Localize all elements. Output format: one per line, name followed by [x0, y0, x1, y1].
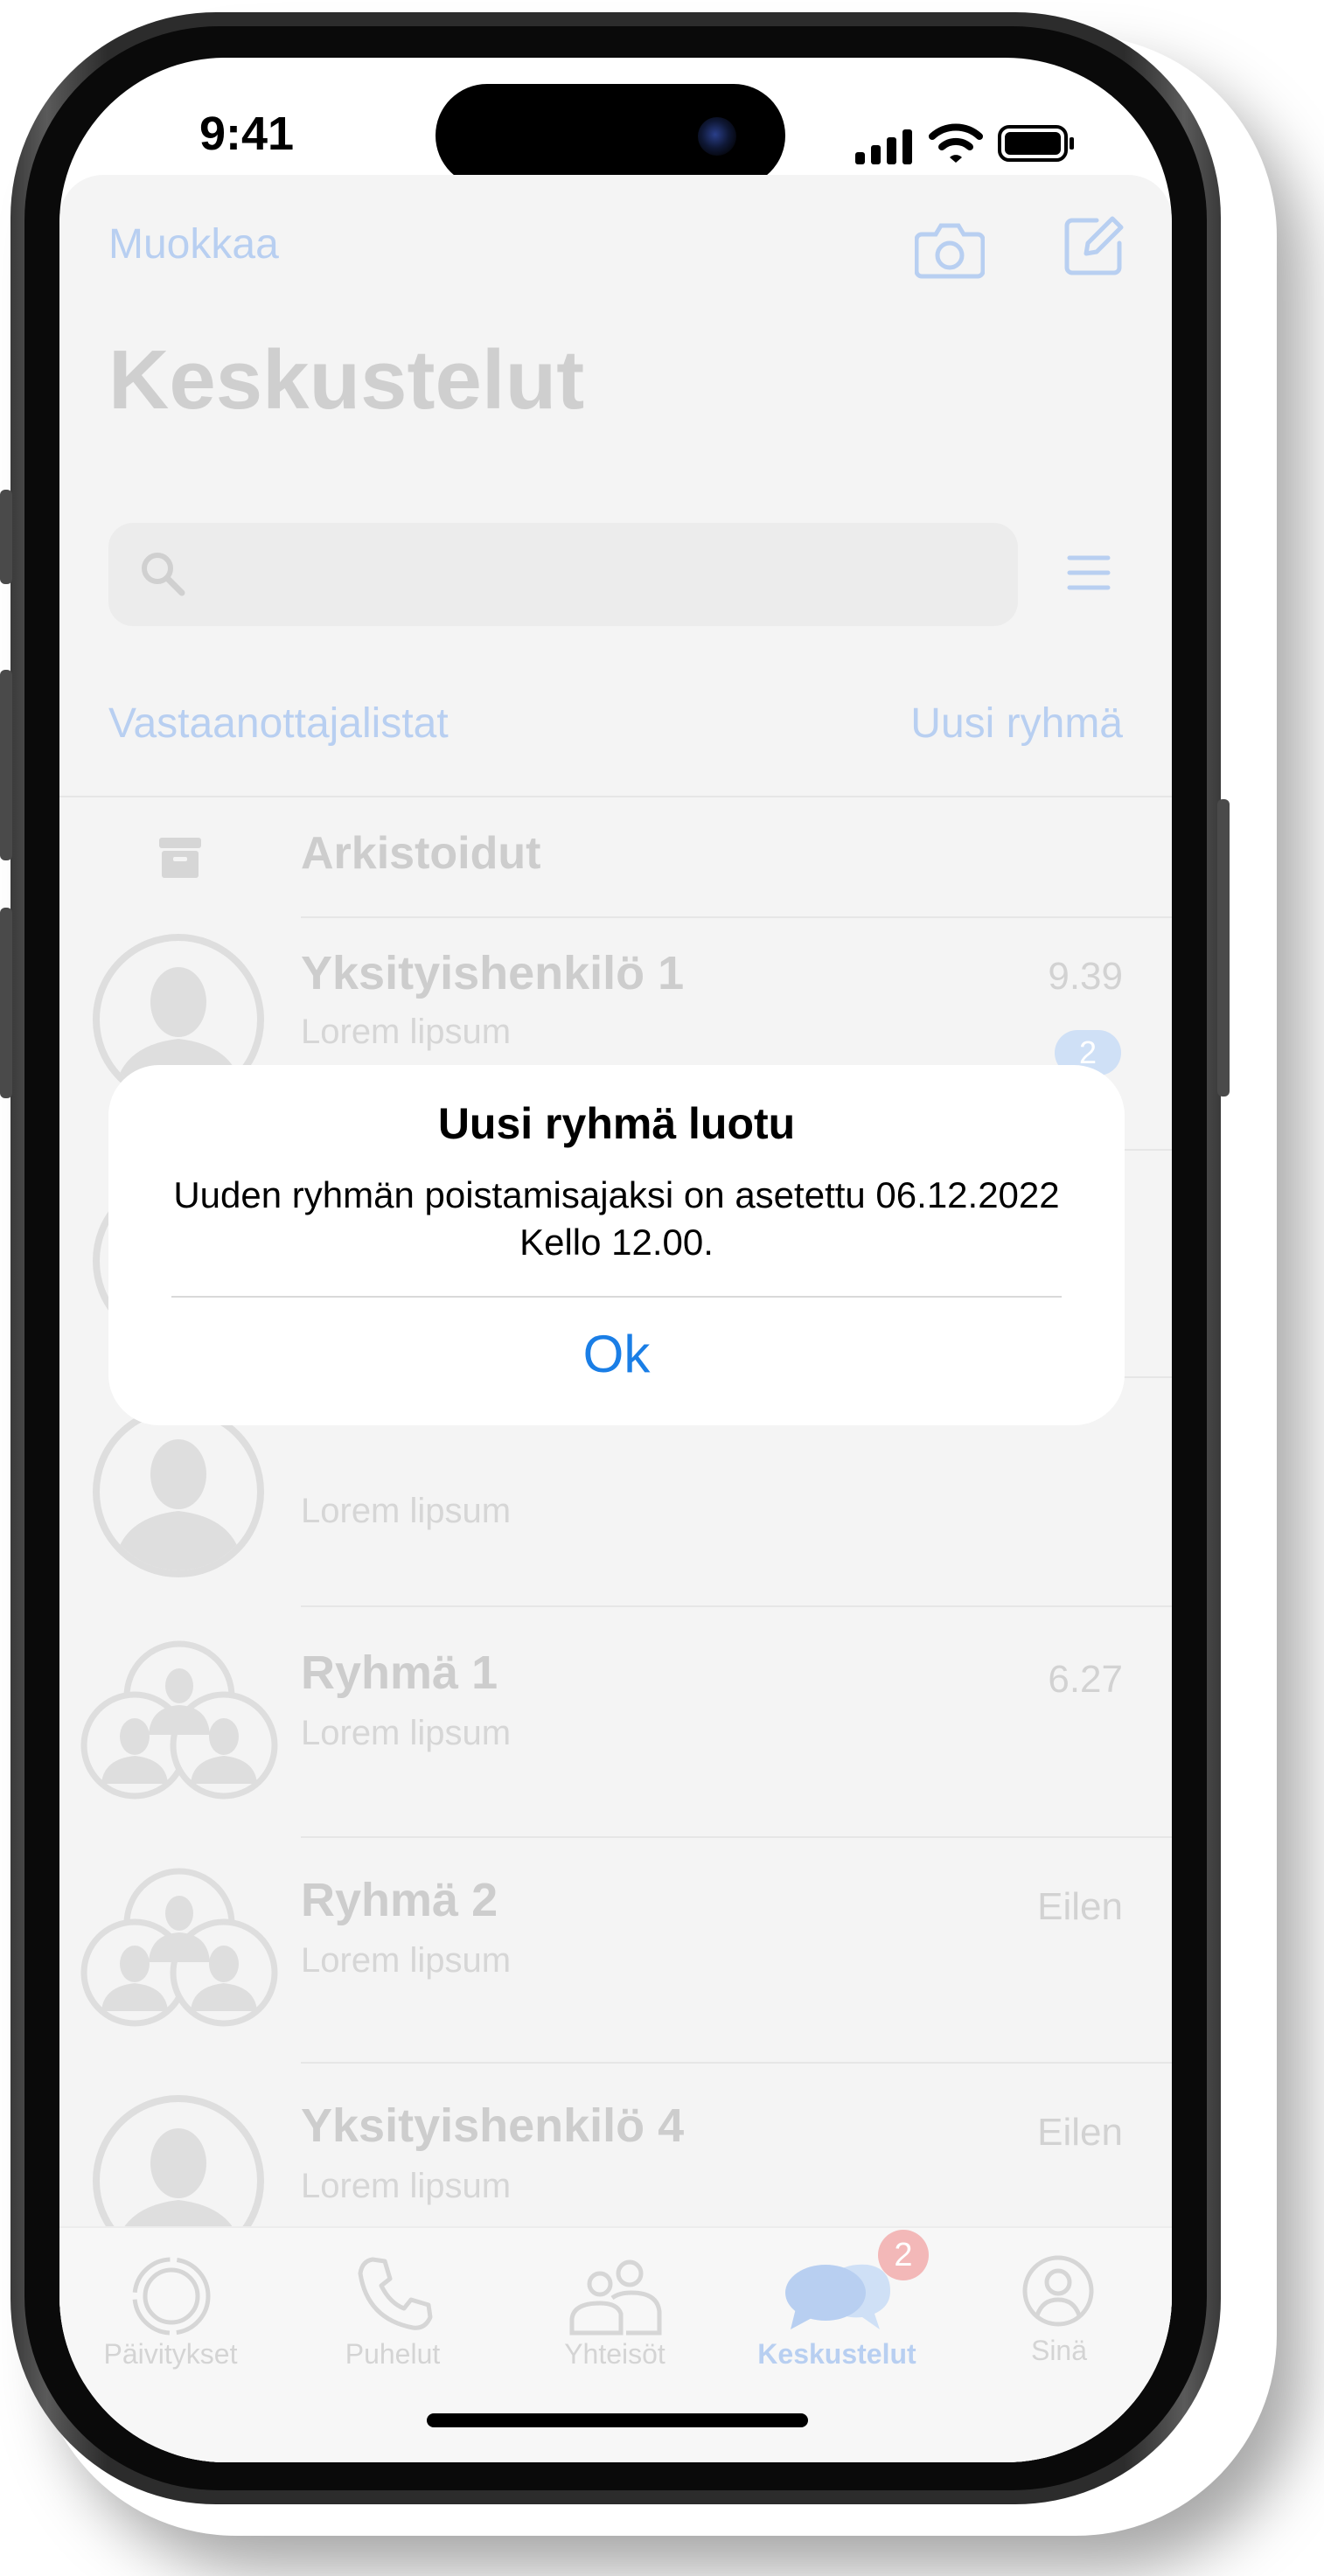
- chat-time: 6.27: [1048, 1658, 1123, 1701]
- tab-updates[interactable]: Päivitykset: [59, 2228, 282, 2403]
- tab-label: Sinä: [1030, 2335, 1088, 2366]
- chat-preview: Lorem lipsum: [301, 1492, 512, 1530]
- chats-icon: [785, 2264, 890, 2329]
- chat-row[interactable]: Ryhmä 2 Lorem lipsum Eilen: [59, 1838, 1172, 2062]
- new-group-link[interactable]: Uusi ryhmä: [910, 700, 1123, 748]
- tab-label: Yhteisöt: [564, 2338, 665, 2370]
- chat-name: Yksityishenkilö 1: [301, 947, 685, 999]
- chats-badge: 2: [878, 2230, 929, 2280]
- tab-profile[interactable]: Sinä: [948, 2228, 1170, 2403]
- tab-calls[interactable]: Puhelut: [282, 2228, 504, 2403]
- alert-message: Uuden ryhmän poistamisajaksi on asetettu…: [173, 1174, 1060, 1263]
- page-title: Keskustelut: [108, 333, 585, 427]
- chat-preview: Lorem lipsum: [301, 1941, 512, 1980]
- cellular-signal-icon: [855, 129, 912, 164]
- home-indicator: [427, 2413, 808, 2427]
- communities-icon: [569, 2259, 662, 2336]
- power-button: [1217, 799, 1230, 1097]
- screen: 9:41 Muokkaa Keskustelut Vastaanottajali…: [59, 58, 1172, 2462]
- compose-icon[interactable]: [1062, 215, 1125, 278]
- chat-name: Ryhmä 1: [301, 1647, 498, 1699]
- battery-icon: [998, 125, 1074, 162]
- tab-chats[interactable]: 2 Keskustelut: [726, 2228, 948, 2403]
- tab-label: Päivitykset: [103, 2338, 238, 2370]
- edit-button[interactable]: Muokkaa: [108, 220, 279, 268]
- front-camera: [698, 117, 736, 156]
- chat-preview: Lorem lipsum: [301, 1714, 512, 1752]
- tab-communities[interactable]: Yhteisöt: [504, 2228, 726, 2403]
- chat-time: 9.39: [1048, 955, 1123, 998]
- alert-dialog: Uusi ryhmä luotu Uuden ryhmän poistamisa…: [108, 1065, 1125, 1425]
- archive-icon: [159, 838, 201, 878]
- status-time: 9:41: [199, 108, 295, 160]
- chat-name: Ryhmä 2: [301, 1874, 498, 1926]
- chat-preview: Lorem lipsum: [301, 1013, 512, 1051]
- search-field[interactable]: [108, 523, 1018, 626]
- tab-label: Keskustelut: [757, 2338, 916, 2370]
- updates-icon: [132, 2257, 211, 2336]
- chat-time: Eilen: [1037, 2111, 1123, 2154]
- chat-name: Yksityishenkilö 4: [301, 2099, 685, 2152]
- volume-down-button: [0, 908, 12, 1098]
- divider: [59, 796, 1172, 797]
- wifi-icon: [929, 123, 983, 163]
- ok-button[interactable]: Ok: [108, 1324, 1125, 1384]
- divider: [301, 916, 1172, 918]
- profile-icon: [1022, 2255, 1094, 2327]
- person-avatar-icon: [93, 1406, 264, 1577]
- chat-row[interactable]: Ryhmä 1 Lorem lipsum 6.27: [59, 1607, 1172, 1836]
- group-avatar-icon: [80, 1640, 278, 1800]
- archived-label[interactable]: Arkistoidut: [301, 827, 540, 880]
- alert-divider: [171, 1296, 1062, 1298]
- camera-icon[interactable]: [915, 217, 985, 280]
- chat-time: Eilen: [1037, 1885, 1123, 1928]
- broadcast-lists-link[interactable]: Vastaanottajalistat: [108, 700, 449, 748]
- alert-title: Uusi ryhmä luotu: [437, 1099, 796, 1148]
- action-button: [0, 490, 12, 584]
- search-icon: [142, 553, 185, 596]
- tab-label: Puhelut: [345, 2338, 441, 2370]
- chat-preview: Lorem lipsum: [301, 2167, 512, 2205]
- phone-icon: [358, 2257, 433, 2330]
- volume-up-button: [0, 670, 12, 860]
- group-avatar-icon: [80, 1868, 278, 2027]
- filter-icon[interactable]: [1067, 554, 1111, 591]
